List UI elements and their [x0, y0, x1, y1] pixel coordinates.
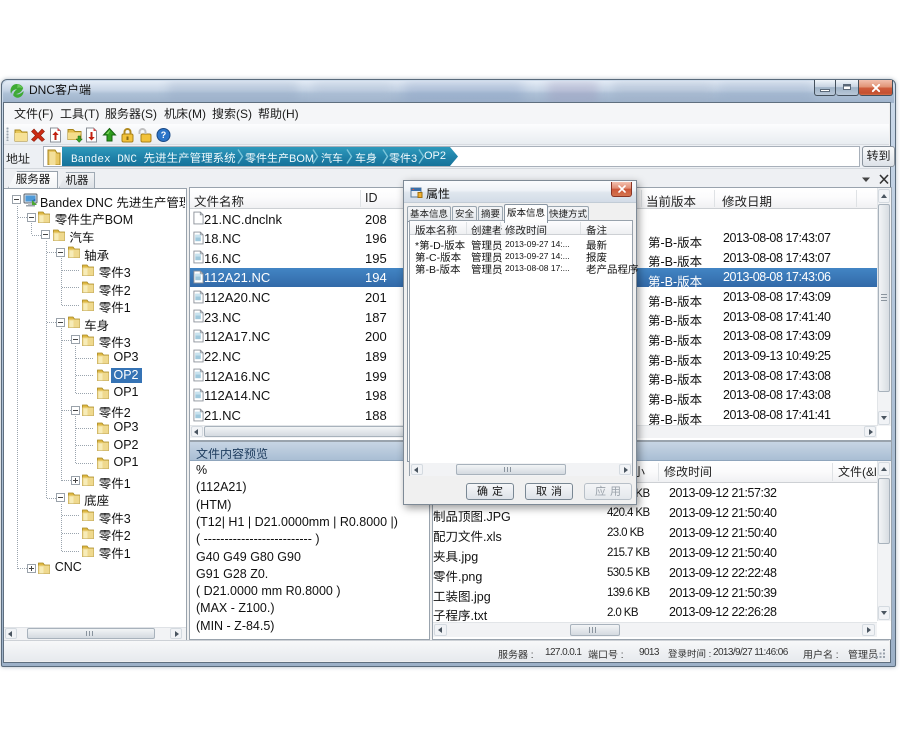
svg-text:?: ?	[161, 130, 167, 140]
